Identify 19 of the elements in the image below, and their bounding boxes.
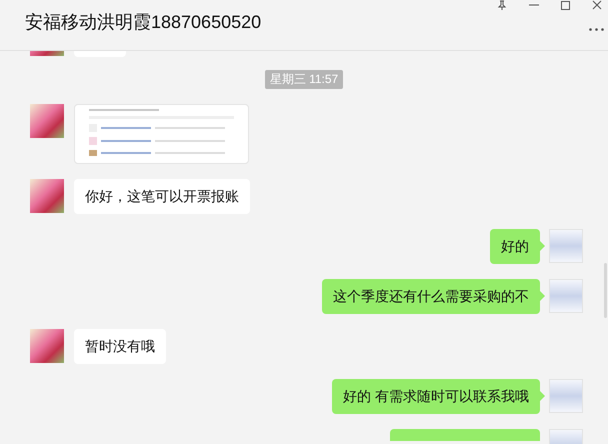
- bubble-tail-icon: [540, 241, 545, 251]
- pin-icon[interactable]: [497, 0, 507, 10]
- table-screenshot-thumbnail[interactable]: [74, 104, 249, 164]
- close-icon[interactable]: [592, 0, 602, 10]
- message-bubble: 这个季度还有什么需要采购的不: [322, 279, 540, 314]
- bubble-tail-icon: [540, 391, 545, 401]
- maximize-icon[interactable]: [561, 0, 570, 10]
- window-title: 安福移动洪明霞18870650520: [25, 10, 262, 34]
- more-icon[interactable]: [589, 28, 604, 31]
- message-bubble: 暂时没有哦: [74, 329, 166, 364]
- message-bubble: 好的 有需求随时可以联系我哦: [332, 379, 540, 414]
- avatar-photo-placeholder[interactable]: [30, 329, 64, 363]
- message-bubble: 你好，这笔可以开票报账: [74, 179, 250, 214]
- avatar-photo-placeholder[interactable]: [30, 104, 64, 138]
- avatar-photo-placeholder[interactable]: [30, 179, 64, 213]
- minimize-icon[interactable]: [529, 4, 539, 6]
- timestamp: 星期三 11:57: [264, 70, 344, 89]
- bubble-tail-icon: [540, 291, 545, 301]
- message-bubble: 好的: [490, 229, 540, 264]
